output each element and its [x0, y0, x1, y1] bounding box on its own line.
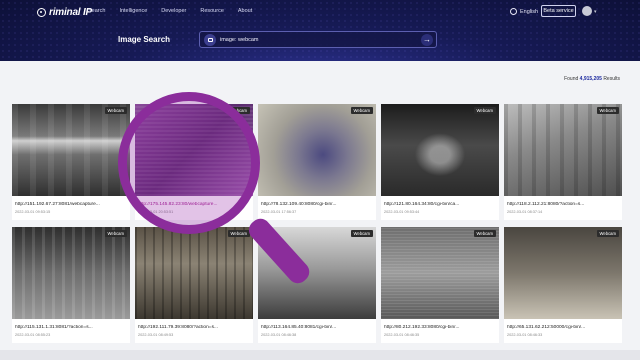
- webcam-badge: Webcam: [104, 230, 127, 237]
- language-label: English: [520, 8, 539, 15]
- logo[interactable]: riminal IP: [37, 6, 92, 18]
- result-card[interactable]: Webcam http://65.131.62.212:50000/cgi-bi…: [504, 227, 622, 343]
- card-url[interactable]: http://192.111.79.39:8080/?action=s...: [138, 325, 250, 330]
- card-url[interactable]: http://151.192.67.27:8081/webcapture...: [15, 202, 127, 207]
- result-card[interactable]: Webcam http://121.80.164.34:80/cgi-bin/c…: [381, 104, 499, 220]
- result-card[interactable]: Webcam http://115.131.1.31:8081/?action=…: [12, 227, 130, 343]
- card-url[interactable]: http://78.132.109.40:8080/cgi-bin/...: [261, 202, 373, 207]
- card-date: 2022-03-01 08:49:53: [138, 333, 174, 337]
- top-nav: riminal IP Search Intelligence Developer…: [0, 0, 640, 24]
- card-url[interactable]: http://121.80.164.34:80/cgi-bin/ca...: [384, 202, 496, 207]
- nav-item-intelligence[interactable]: Intelligence: [119, 8, 147, 14]
- result-card[interactable]: Webcam http://151.192.67.27:8081/webcapt…: [12, 104, 130, 220]
- webcam-badge: Webcam: [350, 230, 373, 237]
- card-date: 2022-03-01 08:55:23: [15, 333, 51, 337]
- result-card[interactable]: Webcam http://78.132.109.40:8080/cgi-bin…: [258, 104, 376, 220]
- found-suffix: Results: [603, 76, 620, 82]
- card-url[interactable]: http://115.131.1.31:8081/?action=s...: [15, 325, 127, 330]
- webcam-badge: Webcam: [473, 107, 496, 114]
- webcam-badge: Webcam: [104, 107, 127, 114]
- card-date: 2022-03-01 08:46:33: [507, 333, 543, 337]
- webcam-badge: Webcam: [596, 230, 619, 237]
- results-count: Found 4,915,205 Results: [564, 76, 620, 82]
- site-header: riminal IP Search Intelligence Developer…: [0, 0, 640, 61]
- card-url[interactable]: http://65.131.62.212:50000/cgi-bin/...: [507, 325, 619, 330]
- result-card[interactable]: Webcam http://192.111.79.39:8080/?action…: [135, 227, 253, 343]
- nav-item-about[interactable]: About: [238, 8, 252, 14]
- logo-mark-icon: [37, 7, 46, 17]
- found-count: 4,915,205: [579, 76, 602, 82]
- thumbnail[interactable]: Webcam: [504, 104, 622, 196]
- thumbnail[interactable]: Webcam: [12, 104, 130, 196]
- avatar[interactable]: [582, 6, 592, 16]
- result-card[interactable]: Webcam http://118.2.112.21:8080/?action=…: [504, 104, 622, 220]
- search-input[interactable]: image: webcam: [220, 37, 259, 43]
- webcam-badge: Webcam: [227, 230, 250, 237]
- webcam-badge: Webcam: [350, 107, 373, 114]
- main-nav: Search Intelligence Developer Resource A…: [88, 8, 266, 14]
- arrow-right-icon[interactable]: →: [421, 34, 433, 46]
- card-date: 2022-03-01 17:56:37: [261, 210, 297, 214]
- search-bar[interactable]: image: webcam →: [199, 31, 437, 48]
- globe-icon: [510, 8, 517, 15]
- thumbnail[interactable]: Webcam: [504, 227, 622, 319]
- card-date: 2022-03-01 09:53:44: [384, 210, 420, 214]
- card-url[interactable]: http://118.2.112.21:8080/?action=s...: [507, 202, 619, 207]
- card-date: 2022-03-01 08:37:14: [507, 210, 543, 214]
- next-row-peek: [0, 350, 640, 360]
- nav-item-search[interactable]: Search: [88, 8, 105, 14]
- card-date: 2022-03-01 08:46:38: [261, 333, 297, 337]
- found-label: Found: [564, 76, 579, 82]
- webcam-badge: Webcam: [473, 230, 496, 237]
- thumbnail[interactable]: Webcam: [381, 227, 499, 319]
- card-url[interactable]: http://113.164.85.40:8081/cgi-bin/...: [261, 325, 373, 330]
- nav-item-developer[interactable]: Developer: [161, 8, 186, 14]
- card-date: 2022-03-01 09:53:15: [15, 210, 51, 214]
- image-icon: [204, 33, 216, 46]
- beta-service-button[interactable]: Beta service: [541, 5, 576, 17]
- thumbnail[interactable]: Webcam: [381, 104, 499, 196]
- page-title: Image Search: [118, 35, 171, 44]
- thumbnail[interactable]: Webcam: [12, 227, 130, 319]
- result-card[interactable]: Webcam http://80.212.192.33:8080/cgi-bin…: [381, 227, 499, 343]
- thumbnail[interactable]: Webcam: [135, 227, 253, 319]
- logo-text: riminal IP: [49, 6, 93, 18]
- card-date: 2022-03-01 08:46:35: [384, 333, 420, 337]
- chevron-down-icon[interactable]: ▾: [594, 9, 597, 15]
- language-selector[interactable]: English: [510, 8, 538, 15]
- nav-item-resource[interactable]: Resource: [200, 8, 224, 14]
- card-url[interactable]: http://80.212.192.33:8080/cgi-bin/...: [384, 325, 496, 330]
- webcam-badge: Webcam: [596, 107, 619, 114]
- magnifier-icon: [118, 92, 260, 234]
- thumbnail[interactable]: Webcam: [258, 104, 376, 196]
